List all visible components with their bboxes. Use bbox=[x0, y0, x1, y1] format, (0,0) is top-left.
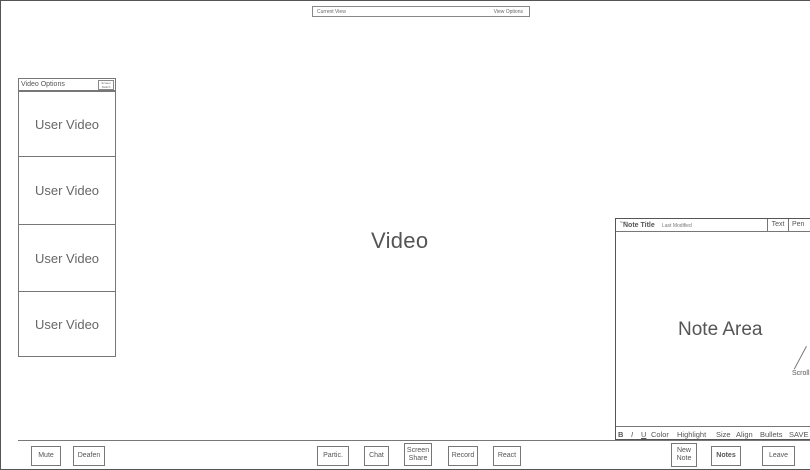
note-title[interactable]: Note Title bbox=[623, 222, 655, 229]
notes-panel: Notes Note Title Last Modified Text Pen … bbox=[615, 218, 810, 440]
scroll-pointer-line bbox=[793, 346, 807, 370]
deafen-button[interactable]: Deafen bbox=[73, 446, 105, 466]
pen-mode-button[interactable]: Pen bbox=[788, 219, 810, 231]
main-video-label: Video bbox=[371, 228, 429, 253]
text-mode-button[interactable]: Text bbox=[767, 219, 788, 231]
note-header: Notes Note Title Last Modified Text Pen bbox=[616, 219, 810, 232]
leave-button[interactable]: Leave bbox=[762, 446, 795, 466]
user-video-tile[interactable]: User Video bbox=[19, 292, 115, 356]
screen-share-button[interactable]: Screen Share bbox=[404, 443, 432, 466]
mute-button[interactable]: Mute bbox=[31, 446, 61, 466]
user-video-tile[interactable]: User Video bbox=[19, 92, 115, 157]
video-options-button[interactable]: Video Options bbox=[21, 81, 65, 88]
view-bar: Current View View Options bbox=[312, 6, 530, 17]
highlight-button[interactable]: Highlight bbox=[677, 430, 706, 439]
participants-button[interactable]: Partic. bbox=[317, 446, 349, 466]
record-button[interactable]: Record bbox=[448, 446, 478, 466]
react-button[interactable]: React bbox=[493, 446, 521, 466]
user-video-list: User Video User Video User Video User Vi… bbox=[18, 91, 116, 357]
italic-button[interactable]: I bbox=[631, 430, 633, 439]
new-note-button[interactable]: New Note bbox=[671, 443, 697, 467]
current-view-button[interactable]: Current View bbox=[317, 9, 346, 15]
scroll-label[interactable]: Scroll bbox=[792, 370, 810, 377]
save-button[interactable]: SAVE bbox=[789, 430, 808, 439]
view-options-button[interactable]: View Options bbox=[494, 9, 523, 15]
note-area[interactable]: Note Area bbox=[678, 319, 763, 341]
align-button[interactable]: Align bbox=[736, 430, 753, 439]
screen-switch-button[interactable]: Screen Switch bbox=[98, 80, 114, 90]
chat-button[interactable]: Chat bbox=[364, 446, 389, 466]
notes-button[interactable]: Notes bbox=[711, 446, 741, 466]
last-modified-label: Last Modified bbox=[662, 223, 692, 229]
underline-button[interactable]: U bbox=[641, 430, 646, 439]
bold-button[interactable]: B bbox=[618, 430, 623, 439]
size-button[interactable]: Size bbox=[716, 430, 731, 439]
bullets-button[interactable]: Bullets bbox=[760, 430, 783, 439]
color-button[interactable]: Color bbox=[651, 430, 669, 439]
format-toolbar: B I U Color Highlight Size Align Bullets… bbox=[616, 426, 810, 439]
video-options-header: Video Options Screen Switch bbox=[18, 78, 116, 91]
user-video-tile[interactable]: User Video bbox=[19, 225, 115, 292]
user-video-tile[interactable]: User Video bbox=[19, 157, 115, 225]
